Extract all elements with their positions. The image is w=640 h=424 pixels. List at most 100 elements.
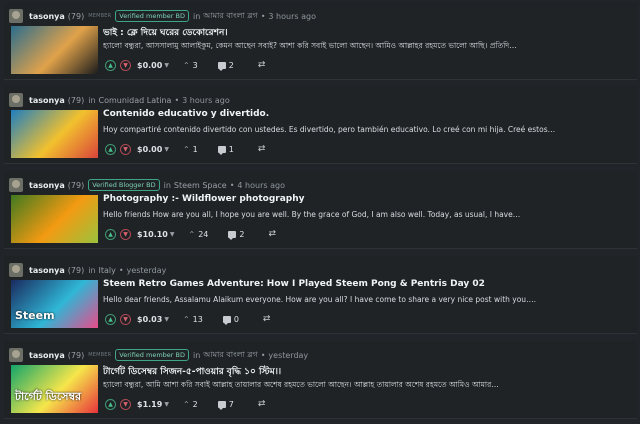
in-label: in bbox=[88, 265, 96, 275]
payout-dropdown-icon[interactable]: ▼ bbox=[164, 401, 169, 408]
post-card[interactable]: tasonya (79) in Italy • yesterday Steem Steem R… bbox=[4, 256, 637, 334]
thumbnail-text: টার্গেট ডিসেম্বর bbox=[15, 390, 82, 403]
comments-count[interactable]: 0 bbox=[234, 315, 239, 324]
votes-icon[interactable]: ⌃ bbox=[183, 145, 190, 154]
payout-value[interactable]: $1.19 bbox=[137, 400, 162, 409]
comments-count[interactable]: 1 bbox=[229, 145, 234, 154]
resteem-icon[interactable]: ⇄ bbox=[258, 144, 266, 154]
post-thumbnail[interactable] bbox=[11, 26, 98, 74]
member-label: MEMBER bbox=[88, 352, 112, 358]
payout-value[interactable]: $0.03 bbox=[137, 315, 162, 324]
post-title[interactable]: ভাই : ক্লে দিয়ে ঘরের ডেকোরেশন। bbox=[103, 25, 633, 40]
votes-count[interactable]: 24 bbox=[198, 230, 208, 239]
resteem-icon[interactable]: ⇄ bbox=[258, 399, 266, 409]
post-thumbnail[interactable]: Steem bbox=[11, 280, 98, 328]
post-time: yesterday bbox=[126, 265, 167, 275]
separator-dot: • bbox=[174, 95, 180, 105]
post-summary[interactable]: হ্যালো বন্ধুরা, আমি আশা করি সবাই আল্লাহ … bbox=[103, 380, 633, 392]
resteem-icon[interactable]: ⇄ bbox=[268, 229, 276, 239]
comments-icon[interactable] bbox=[217, 61, 226, 71]
community-link[interactable]: আমার বাংলা ব্লগ bbox=[203, 10, 257, 23]
payout-dropdown-icon[interactable]: ▼ bbox=[170, 231, 175, 238]
post-thumbnail[interactable]: টার্গেট ডিসেম্বর bbox=[11, 365, 98, 413]
downvote-button[interactable]: ▼ bbox=[120, 228, 131, 240]
verified-badge: Verified member BD bbox=[115, 10, 189, 22]
comments-icon[interactable] bbox=[228, 230, 237, 240]
post-title[interactable]: টার্গেট ডিসেম্বর সিজন-৫-পাওয়ার বৃদ্ধি ১… bbox=[103, 364, 633, 379]
separator-dot: • bbox=[260, 350, 266, 360]
comments-icon[interactable] bbox=[217, 400, 226, 410]
community-link[interactable]: Steem Space bbox=[174, 181, 227, 190]
payout-dropdown-icon[interactable]: ▼ bbox=[164, 146, 169, 153]
comments-icon[interactable] bbox=[222, 315, 231, 325]
post-title[interactable]: Steem Retro Games Adventure: How I Playe… bbox=[103, 279, 633, 289]
comments-icon[interactable] bbox=[217, 145, 226, 155]
post-actions: ▲ ▼ $1.19 ▼ ⌃ 2 7 ⇄ bbox=[105, 398, 265, 410]
post-header: tasonya (79) Verified Blogger BD in Steem Sp… bbox=[9, 178, 285, 192]
author-name[interactable]: tasonya bbox=[29, 96, 65, 105]
post-summary[interactable]: Hoy compartiré contenido divertido con u… bbox=[103, 125, 633, 134]
post-actions: ▲ ▼ $10.10 ▼ ⌃ 24 2 ⇄ bbox=[105, 228, 276, 240]
post-actions: ▲ ▼ $0.00 ▼ ⌃ 3 2 ⇄ bbox=[105, 59, 265, 71]
author-reputation: (79) bbox=[67, 350, 85, 360]
author-name[interactable]: tasonya bbox=[29, 351, 65, 360]
payout-value[interactable]: $0.00 bbox=[137, 145, 162, 154]
post-summary[interactable]: Hello dear friends, Assalamu Alaikum eve… bbox=[103, 295, 633, 304]
votes-count[interactable]: 1 bbox=[193, 145, 198, 154]
avatar[interactable] bbox=[9, 93, 23, 107]
post-thumbnail[interactable] bbox=[11, 110, 98, 158]
community-link[interactable]: Italy bbox=[99, 266, 116, 275]
avatar[interactable] bbox=[9, 348, 23, 362]
in-label: in bbox=[163, 180, 171, 190]
payout-value[interactable]: $10.10 bbox=[137, 230, 168, 239]
author-name[interactable]: tasonya bbox=[29, 12, 65, 21]
votes-icon[interactable]: ⌃ bbox=[183, 315, 190, 324]
separator-dot: • bbox=[118, 265, 124, 275]
post-card[interactable]: tasonya (79) in Comunidad Latina • 3 hours ag… bbox=[4, 86, 637, 164]
votes-icon[interactable]: ⌃ bbox=[183, 61, 190, 70]
post-card[interactable]: tasonya (79) MEMBER Verified member BD in আমা… bbox=[4, 2, 637, 80]
payout-dropdown-icon[interactable]: ▼ bbox=[164, 62, 169, 69]
resteem-icon[interactable]: ⇄ bbox=[258, 60, 266, 70]
author-name[interactable]: tasonya bbox=[29, 266, 65, 275]
upvote-button[interactable]: ▲ bbox=[105, 59, 116, 71]
post-card[interactable]: tasonya (79) Verified Blogger BD in Steem Sp… bbox=[4, 171, 637, 249]
author-name[interactable]: tasonya bbox=[29, 181, 65, 190]
comments-count[interactable]: 7 bbox=[229, 400, 234, 409]
post-time: 3 hours ago bbox=[182, 95, 230, 105]
community-link[interactable]: Comunidad Latina bbox=[99, 96, 172, 105]
verified-badge: Verified member BD bbox=[115, 349, 189, 361]
avatar[interactable] bbox=[9, 263, 23, 277]
post-feed: tasonya (79) MEMBER Verified member BD in আমা… bbox=[0, 0, 640, 424]
post-time: 3 hours ago bbox=[268, 11, 316, 21]
comments-count[interactable]: 2 bbox=[229, 61, 234, 70]
upvote-button[interactable]: ▲ bbox=[105, 398, 116, 410]
separator-dot: • bbox=[229, 180, 235, 190]
post-title[interactable]: Photography :- Wildflower photography bbox=[103, 194, 633, 204]
upvote-button[interactable]: ▲ bbox=[105, 313, 116, 325]
post-title[interactable]: Contenido educativo y divertido. bbox=[103, 109, 633, 119]
avatar[interactable] bbox=[9, 178, 23, 192]
votes-icon[interactable]: ⌃ bbox=[183, 400, 190, 409]
resteem-icon[interactable]: ⇄ bbox=[263, 314, 271, 324]
downvote-button[interactable]: ▼ bbox=[120, 398, 131, 410]
post-time: 4 hours ago bbox=[237, 180, 285, 190]
payout-value[interactable]: $0.00 bbox=[137, 61, 162, 70]
post-card[interactable]: tasonya (79) MEMBER Verified member BD in আমা… bbox=[4, 341, 637, 419]
post-thumbnail[interactable] bbox=[11, 195, 98, 243]
votes-count[interactable]: 3 bbox=[193, 61, 198, 70]
payout-dropdown-icon[interactable]: ▼ bbox=[164, 316, 169, 323]
votes-count[interactable]: 13 bbox=[193, 315, 203, 324]
downvote-button[interactable]: ▼ bbox=[120, 143, 131, 155]
downvote-button[interactable]: ▼ bbox=[120, 313, 131, 325]
votes-icon[interactable]: ⌃ bbox=[189, 230, 196, 239]
post-summary[interactable]: Hello friends How are you all, I hope yo… bbox=[103, 210, 633, 219]
post-summary[interactable]: হ্যালো বন্ধুরা, আসসালামু আলাইকুম, কেমন আ… bbox=[103, 41, 633, 53]
avatar[interactable] bbox=[9, 9, 23, 23]
downvote-button[interactable]: ▼ bbox=[120, 59, 131, 71]
votes-count[interactable]: 2 bbox=[193, 400, 198, 409]
upvote-button[interactable]: ▲ bbox=[105, 143, 116, 155]
community-link[interactable]: আমার বাংলা ব্লগ bbox=[203, 349, 257, 362]
comments-count[interactable]: 2 bbox=[239, 230, 244, 239]
upvote-button[interactable]: ▲ bbox=[105, 228, 116, 240]
